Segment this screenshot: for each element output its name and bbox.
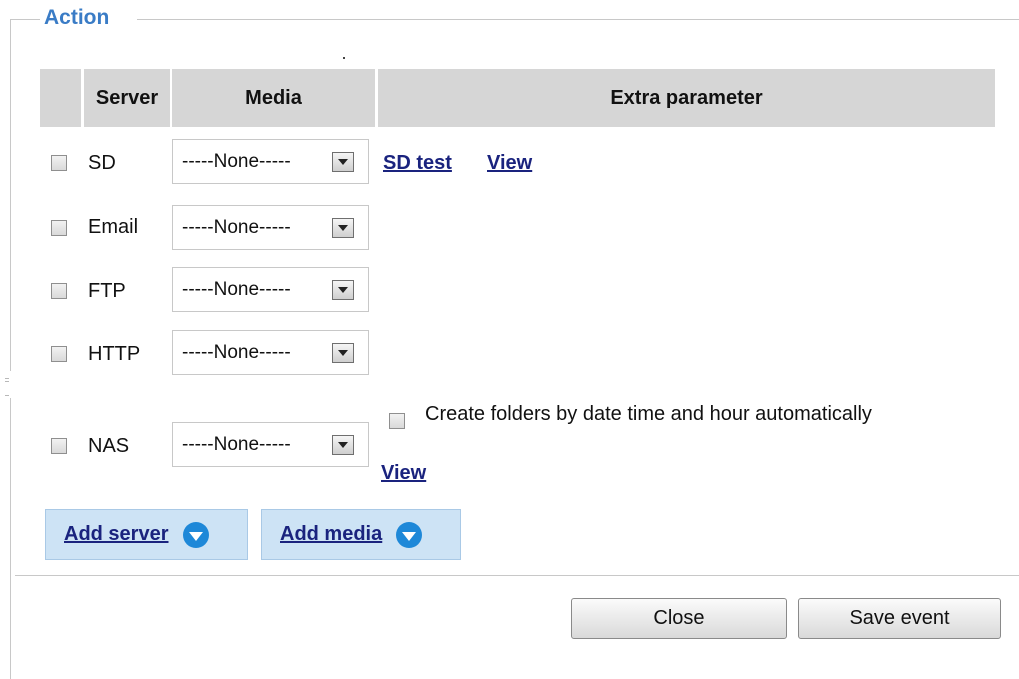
select-value: -----None----- (182, 217, 291, 238)
header-media: Media (172, 69, 375, 127)
add-media-button[interactable]: Add media (261, 509, 461, 560)
header-checkbox-column (40, 69, 81, 127)
sd-test-link[interactable]: SD test (383, 152, 452, 175)
nas-view-link[interactable]: View (381, 462, 426, 485)
header-extra-parameter: Extra parameter (378, 69, 995, 127)
close-button[interactable]: Close (571, 598, 787, 639)
select-value: -----None----- (182, 434, 291, 455)
dropdown-arrow-icon[interactable] (332, 152, 354, 172)
server-label-ftp: FTP (88, 280, 126, 302)
ftp-checkbox[interactable] (51, 283, 67, 299)
server-label-sd: SD (88, 152, 116, 174)
sd-media-select[interactable]: -----None----- (172, 139, 369, 184)
fieldset-legend: Action (44, 6, 110, 29)
http-media-select[interactable]: -----None----- (172, 330, 369, 375)
select-value: -----None----- (182, 279, 291, 300)
border-gap-mark (5, 395, 9, 396)
sd-view-link[interactable]: View (487, 152, 532, 175)
server-label-http: HTTP (88, 343, 141, 365)
http-checkbox[interactable] (51, 346, 67, 362)
server-label-email: Email (88, 216, 139, 238)
ftp-media-select[interactable]: -----None----- (172, 267, 369, 312)
fieldset-border-top-right (137, 19, 1019, 20)
select-value: -----None----- (182, 151, 291, 172)
stray-dot (343, 57, 345, 59)
dropdown-arrow-icon[interactable] (332, 280, 354, 300)
fieldset-border-left-lower (10, 398, 11, 679)
border-gap-mark (5, 378, 9, 379)
server-label-nas: NAS (88, 435, 130, 457)
create-folders-checkbox[interactable] (389, 413, 405, 429)
divider (15, 575, 1019, 576)
sd-checkbox[interactable] (51, 155, 67, 171)
email-media-select[interactable]: -----None----- (172, 205, 369, 250)
nas-checkbox[interactable] (51, 438, 67, 454)
fieldset-border-top-left (10, 19, 40, 20)
select-value: -----None----- (182, 342, 291, 363)
nas-media-select[interactable]: -----None----- (172, 422, 369, 467)
dropdown-arrow-icon[interactable] (332, 435, 354, 455)
email-checkbox[interactable] (51, 220, 67, 236)
header-server: Server (84, 69, 170, 127)
chevron-down-icon (182, 521, 209, 548)
add-media-label: Add media (280, 523, 383, 545)
fieldset-border-left (10, 19, 11, 371)
dropdown-arrow-icon[interactable] (332, 218, 354, 238)
add-server-button[interactable]: Add server (45, 509, 248, 560)
chevron-down-icon (396, 521, 423, 548)
save-event-button[interactable]: Save event (798, 598, 1001, 639)
add-server-label: Add server (64, 523, 169, 545)
create-folders-label: Create folders by date time and hour aut… (425, 403, 872, 425)
border-gap-mark (5, 381, 9, 382)
dropdown-arrow-icon[interactable] (332, 343, 354, 363)
